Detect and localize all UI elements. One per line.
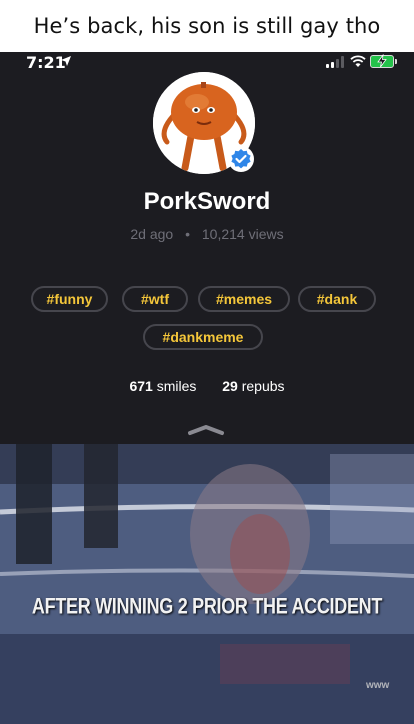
chevron-up-icon[interactable] (186, 422, 226, 436)
video-scene-image (0, 444, 414, 724)
tag-wtf[interactable]: #wtf (122, 286, 188, 312)
video-caption: AFTER WINNING 2 PRIOR THE ACCIDENT (31, 593, 383, 619)
video-watermark: www (366, 680, 390, 691)
post-age: 2d ago (130, 226, 174, 242)
repubs-stat[interactable]: 29 repubs (222, 378, 284, 394)
post-views: 10,214 views (201, 226, 284, 242)
smiles-count: 671 (129, 378, 153, 394)
signal-icon (326, 56, 346, 68)
post-stats: 671 smiles 29 repubs (0, 378, 414, 394)
wifi-icon (350, 55, 366, 67)
meme-caption: He’s back, his son is still gay tho (0, 0, 414, 52)
tag-funny[interactable]: #funny (31, 286, 108, 312)
location-arrow-icon (61, 56, 71, 66)
profile-username[interactable]: PorkSword (0, 188, 414, 216)
repubs-count: 29 (222, 378, 238, 394)
post-video-frame[interactable]: AFTER WINNING 2 PRIOR THE ACCIDENT www (0, 444, 414, 724)
battery-charging-icon (370, 54, 397, 68)
smiles-stat[interactable]: 671 smiles (129, 378, 196, 394)
tag-memes[interactable]: #memes (198, 286, 290, 312)
tag-dankmeme[interactable]: #dankmeme (143, 324, 263, 350)
repubs-label: repubs (241, 378, 285, 394)
meta-separator: • (185, 226, 190, 242)
post-meta: 2d ago • 10,214 views (0, 226, 414, 242)
status-bar: 7:21 (0, 52, 414, 74)
app-screen: 7:21 PorkSword 2d ago • 10,214 views #fu… (0, 52, 414, 724)
verified-badge-icon (228, 146, 254, 172)
tag-dank[interactable]: #dank (298, 286, 376, 312)
smiles-label: smiles (156, 378, 197, 394)
